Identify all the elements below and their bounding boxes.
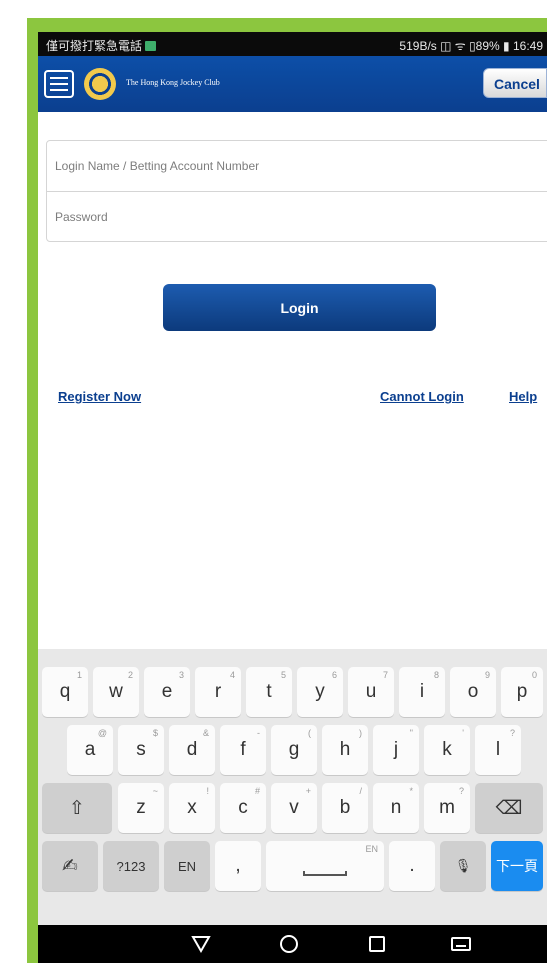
key-y[interactable]: y6: [297, 667, 343, 717]
username-input[interactable]: [47, 141, 547, 191]
key-g[interactable]: g(: [271, 725, 317, 775]
key-v[interactable]: v +: [271, 783, 317, 833]
key-s[interactable]: s $: [118, 725, 164, 775]
home-icon[interactable]: [278, 934, 300, 954]
hkjc-logo-icon: [84, 68, 116, 100]
language-key[interactable]: EN: [164, 841, 210, 891]
key-x[interactable]: x!: [169, 783, 215, 833]
handwriting-key-icon[interactable]: ✍: [42, 841, 98, 891]
key-j[interactable]: j ": [373, 725, 419, 775]
key-m[interactable]: m?: [424, 783, 470, 833]
key-z[interactable]: z ~: [118, 783, 164, 833]
status-left: 僅可撥打緊急電話: [46, 37, 157, 54]
key-l[interactable]: l?: [475, 725, 521, 775]
next-page-key[interactable]: 下一頁: [491, 841, 543, 891]
green-frame-left: [27, 18, 38, 963]
status-right: 519B/s ◫ ᯤ ▯89% ▮ 16:49: [399, 39, 543, 53]
login-button[interactable]: Login: [163, 284, 436, 331]
password-input[interactable]: [47, 191, 547, 241]
key-b[interactable]: b /: [322, 783, 368, 833]
logo-text: The Hong Kong Jockey Club: [126, 78, 220, 87]
keyboard-row-2: a @ s $ d & f- g( h) j " k ' l?: [38, 725, 547, 783]
key-o[interactable]: o9: [450, 667, 496, 717]
period-key[interactable]: .: [389, 841, 435, 891]
key-c[interactable]: c #: [220, 783, 266, 833]
sim-icon: [145, 41, 157, 51]
key-k[interactable]: k ': [424, 725, 470, 775]
back-icon[interactable]: [190, 934, 212, 954]
key-h[interactable]: h): [322, 725, 368, 775]
backspace-key-icon[interactable]: ⌫: [475, 783, 543, 833]
key-u[interactable]: u7: [348, 667, 394, 717]
key-a[interactable]: a @: [67, 725, 113, 775]
key-f[interactable]: f-: [220, 725, 266, 775]
symbols-key[interactable]: ?123: [103, 841, 159, 891]
key-t[interactable]: t5: [246, 667, 292, 717]
green-frame-top: [34, 18, 547, 32]
key-q[interactable]: q1: [42, 667, 88, 717]
emergency-calls-text: 僅可撥打緊急電話: [46, 39, 143, 53]
recents-icon[interactable]: [366, 934, 388, 954]
soft-keyboard: q1 w2 e3 r4 t5 y6 u7 i8 o9 p0 a @ s $ d & f…: [38, 649, 547, 925]
keyboard-row-1: q1 w2 e3 r4 t5 y6 u7 i8 o9 p0: [38, 667, 547, 725]
keyboard-row-4: ✍ ?123 EN , EN . 🎙 下一頁: [38, 841, 547, 899]
cancel-button[interactable]: Cancel: [483, 68, 547, 98]
key-i[interactable]: i8: [399, 667, 445, 717]
cannot-login-link[interactable]: Cannot Login: [380, 389, 464, 404]
key-w[interactable]: w2: [93, 667, 139, 717]
status-bar: 僅可撥打緊急電話 519B/s ◫ ᯤ ▯89% ▮ 16:49: [38, 32, 547, 56]
keyboard-row-3: ⇧ z ~ x! c # v + b / n * m? ⌫: [38, 783, 547, 841]
key-e[interactable]: e3: [144, 667, 190, 717]
login-form: [46, 140, 547, 242]
comma-key[interactable]: ,: [215, 841, 261, 891]
key-d[interactable]: d &: [169, 725, 215, 775]
android-nav-bar: [38, 925, 547, 963]
register-now-link[interactable]: Register Now: [58, 389, 141, 404]
app-header: The Hong Kong Jockey Club Cancel: [38, 56, 547, 112]
hamburger-menu-icon[interactable]: [44, 70, 74, 98]
keyboard-switch-icon[interactable]: [450, 934, 472, 954]
space-key[interactable]: EN: [266, 841, 384, 891]
key-n[interactable]: n *: [373, 783, 419, 833]
help-link[interactable]: Help: [509, 389, 537, 404]
shift-key-icon[interactable]: ⇧: [42, 783, 112, 833]
microphone-key-icon[interactable]: 🎙: [440, 841, 486, 891]
phone-screen: 僅可撥打緊急電話 519B/s ◫ ᯤ ▯89% ▮ 16:49 The Hon…: [38, 32, 547, 963]
key-r[interactable]: r4: [195, 667, 241, 717]
key-p[interactable]: p0: [501, 667, 543, 717]
